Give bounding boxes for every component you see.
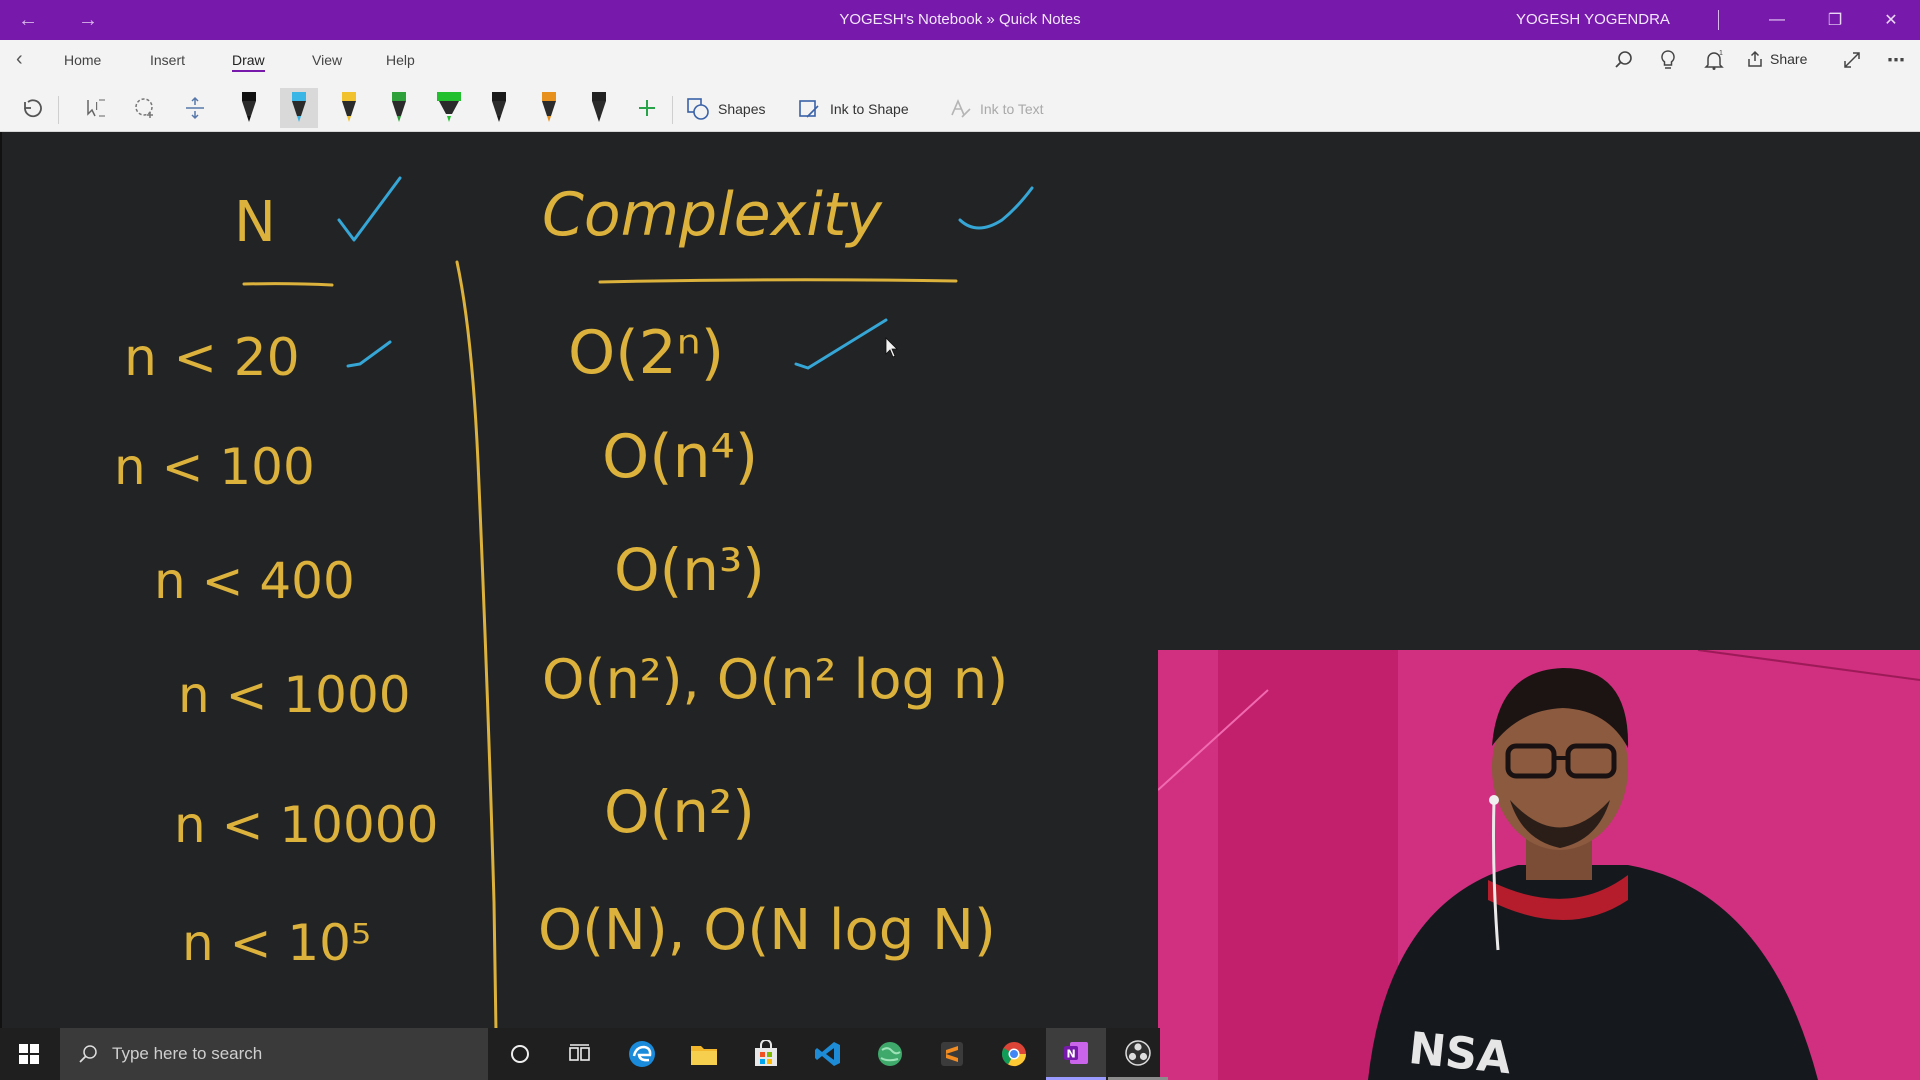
add-pen-icon[interactable] — [628, 88, 666, 128]
lasso-select-icon[interactable] — [126, 88, 164, 128]
sublime-icon[interactable] — [922, 1028, 982, 1080]
ink-to-shape-button[interactable]: Ink to Shape — [798, 94, 909, 124]
svg-text:I: I — [95, 100, 98, 113]
more-options-icon[interactable]: ⋯ — [1880, 46, 1912, 74]
task-view-icon[interactable] — [550, 1028, 610, 1080]
row-n-100: n < 100 — [114, 438, 315, 496]
globe-icon[interactable] — [860, 1028, 920, 1080]
green-pen-icon[interactable] — [380, 88, 418, 128]
windows-start-icon[interactable] — [0, 1028, 58, 1080]
search-icon — [79, 1045, 97, 1063]
type-select-icon[interactable]: I — [76, 88, 114, 128]
row-n-20: n < 20 — [124, 328, 300, 388]
ink-divider — [455, 260, 498, 1028]
svg-text:NSA: NSA — [1406, 1023, 1513, 1080]
ribbon-tabs: ‹ Home Insert Draw View Help 1 Share ⋯ — [0, 40, 1920, 80]
vscode-icon[interactable] — [798, 1028, 858, 1080]
orange-pen-icon[interactable] — [530, 88, 568, 128]
draw-toolbar: I Shapes Ink to Shape Ink to Text — [0, 86, 1920, 132]
black-pen-2-icon[interactable] — [480, 88, 518, 128]
tab-view[interactable]: View — [312, 50, 342, 70]
close-icon[interactable]: ✕ — [1862, 0, 1920, 40]
dark-pen-icon[interactable] — [580, 88, 618, 128]
check-mark-complexity — [958, 186, 1034, 230]
light-blue-pen-icon[interactable] — [280, 88, 318, 128]
row-n-10000: n < 10000 — [174, 796, 439, 854]
row-complexity-n2: O(n²) — [604, 778, 755, 846]
row-complexity-n2-nlogn: O(n²), O(n² log n) — [542, 648, 1009, 711]
minimize-icon[interactable]: — — [1748, 0, 1806, 40]
onenote-icon[interactable]: N — [1046, 1028, 1106, 1080]
svg-text:1: 1 — [1719, 50, 1723, 57]
share-button[interactable]: Share — [1746, 50, 1807, 68]
ink-to-shape-label: Ink to Shape — [830, 101, 909, 117]
search-icon[interactable] — [1608, 46, 1640, 74]
share-label: Share — [1770, 51, 1808, 67]
search-placeholder: Type here to search — [112, 1044, 263, 1063]
user-name[interactable]: YOGESH YOGENDRA — [1516, 11, 1670, 28]
store-icon[interactable] — [736, 1028, 796, 1080]
black-pen-icon[interactable] — [230, 88, 268, 128]
share-icon — [1748, 50, 1762, 67]
file-explorer-icon[interactable] — [674, 1028, 734, 1080]
check-mark-2-power-n — [794, 318, 888, 370]
ribbon: ‹ Home Insert Draw View Help 1 Share ⋯ I — [0, 40, 1920, 132]
row-complexity-n4: O(n⁴) — [602, 422, 759, 492]
ink-underline-complexity — [598, 278, 958, 284]
tab-help[interactable]: Help — [386, 50, 415, 70]
yellow-pen-icon[interactable] — [330, 88, 368, 128]
chevron-left-icon[interactable]: ‹ — [16, 48, 23, 71]
check-mark-n — [337, 176, 402, 242]
header-complexity: Complexity — [542, 180, 882, 250]
title-bar: ← → YOGESH's Notebook » Quick Notes YOGE… — [0, 0, 1920, 40]
edge-icon[interactable] — [612, 1028, 672, 1080]
toolbar-separator — [672, 96, 673, 124]
taskbar: Type here to search N — [0, 1028, 1168, 1080]
title-separator — [1718, 10, 1719, 30]
cortana-icon[interactable] — [490, 1028, 550, 1080]
ink-to-text-icon — [951, 98, 971, 118]
add-space-icon[interactable] — [176, 88, 214, 128]
tab-home[interactable]: Home — [64, 50, 101, 70]
row-complexity-n3: O(n³) — [614, 536, 765, 604]
tab-insert[interactable]: Insert — [150, 50, 185, 70]
row-n-1000: n < 1000 — [178, 666, 411, 724]
bell-icon[interactable]: 1 — [1698, 46, 1730, 74]
toolbar-separator — [58, 96, 59, 124]
ink-to-text-label: Ink to Text — [980, 101, 1044, 117]
green-highlighter-icon[interactable] — [430, 88, 468, 128]
tab-draw[interactable]: Draw — [232, 50, 265, 72]
shapes-button[interactable]: Shapes — [686, 94, 765, 124]
taskbar-search[interactable]: Type here to search — [60, 1028, 488, 1080]
header-n: N — [234, 190, 276, 255]
shapes-icon — [687, 98, 709, 120]
obs-icon[interactable] — [1108, 1028, 1168, 1080]
webcam-overlay: NSA — [1158, 650, 1920, 1080]
row-n-400: n < 400 — [154, 552, 355, 610]
ink-to-text-button[interactable]: Ink to Text — [948, 94, 1044, 124]
undo-icon[interactable] — [12, 88, 50, 128]
shapes-label: Shapes — [718, 101, 766, 117]
row-complexity-2-power-n: O(2ⁿ) — [568, 318, 725, 388]
svg-text:N: N — [1067, 1047, 1076, 1060]
row-complexity-n-nlogn: O(N), O(N log N) — [538, 898, 996, 963]
lightbulb-icon[interactable] — [1652, 46, 1684, 74]
check-mark-n-20 — [346, 340, 392, 368]
chrome-icon[interactable] — [984, 1028, 1044, 1080]
ink-to-shape-icon — [799, 100, 819, 118]
presenter-video: NSA — [1158, 650, 1920, 1080]
row-n-10-power-5: n < 10⁵ — [182, 914, 372, 972]
ink-underline-n — [242, 282, 334, 287]
restore-icon[interactable]: ❐ — [1806, 0, 1864, 40]
full-screen-icon[interactable] — [1836, 46, 1868, 74]
mouse-cursor-icon — [885, 337, 898, 358]
